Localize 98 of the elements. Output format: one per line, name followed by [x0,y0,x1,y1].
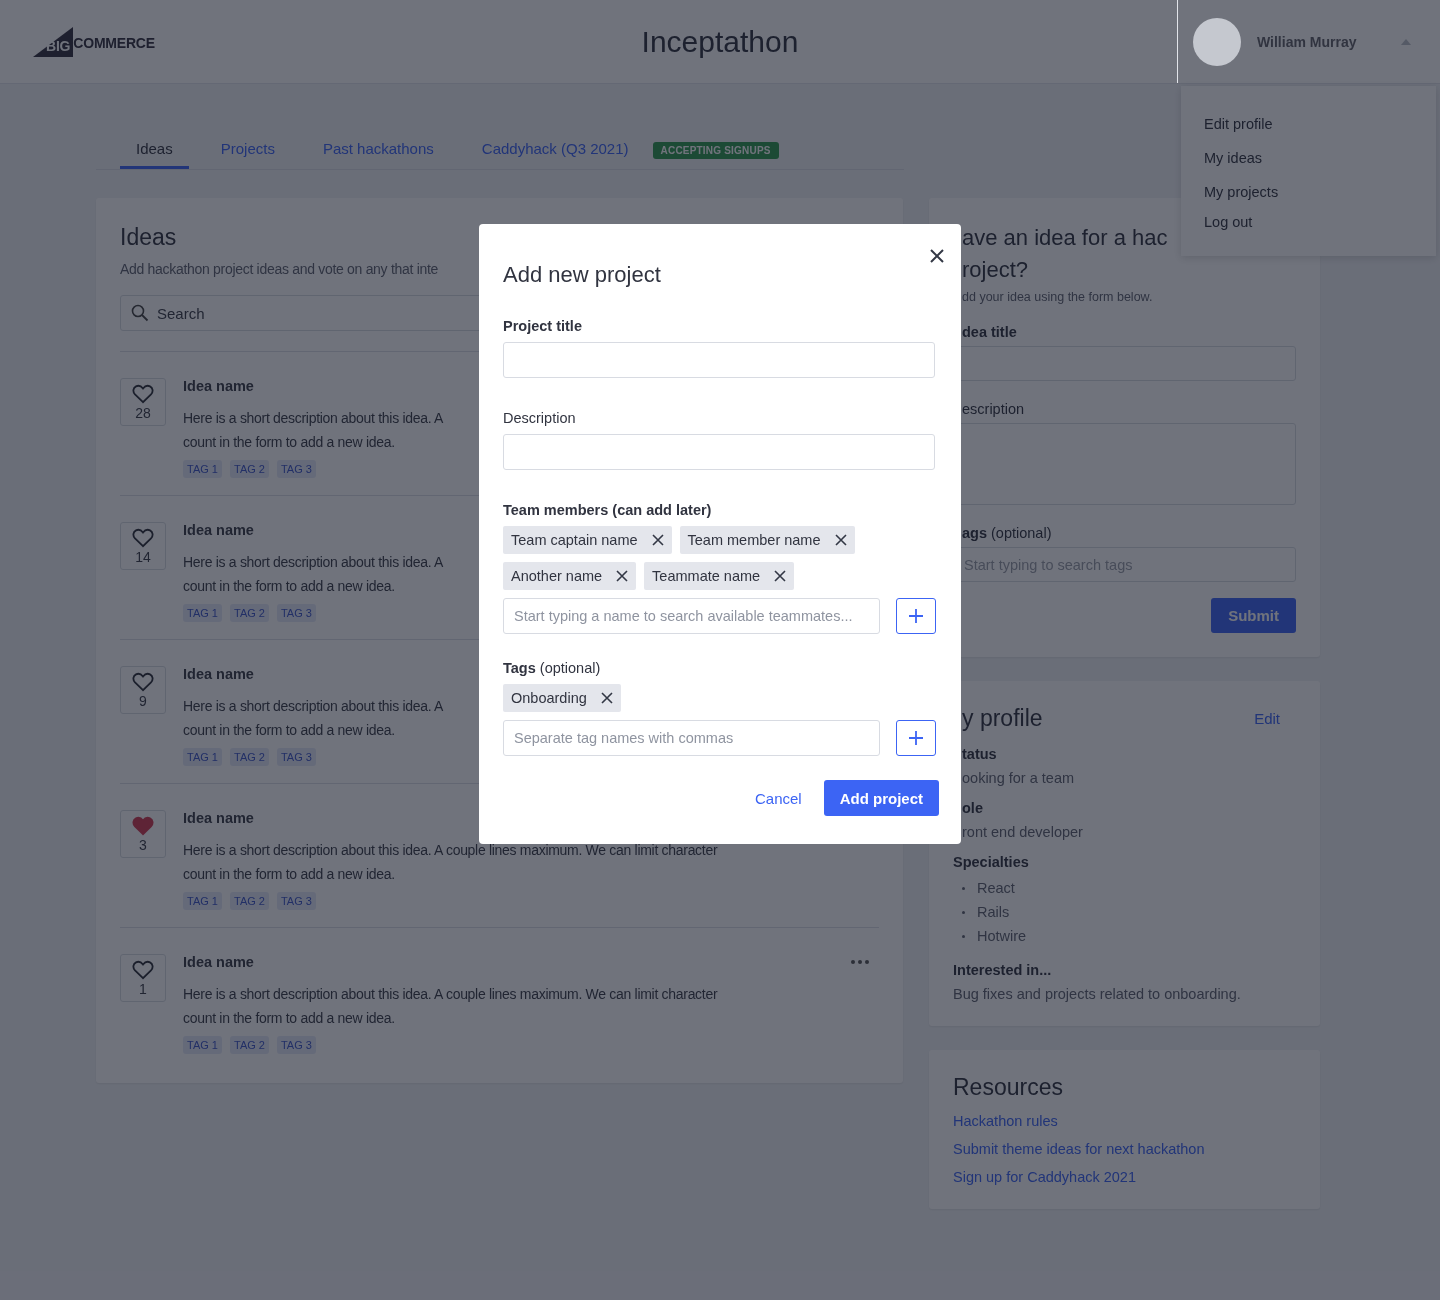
add-button[interactable] [896,598,936,634]
idea-name: Idea name [183,378,254,394]
tag: TAG 3 [276,460,316,478]
section-label: tatus [961,746,998,762]
close-icon[interactable] [651,534,664,546]
vote-button[interactable]: 9 [120,666,166,714]
chip-label: Teammate name [652,568,761,584]
close-icon[interactable] [616,570,629,582]
tab[interactable]: Ideas [120,134,189,169]
menu-item[interactable]: My ideas [1204,148,1436,168]
tag: TAG 2 [230,1036,269,1054]
list-item: Hotwire [977,927,1027,946]
app-title: Inceptathon [641,24,799,59]
idea-name: Idea name [183,666,254,682]
tag: TAG 3 [276,892,316,910]
input-field[interactable]: Separate tag names with commas [503,720,880,756]
field-label: Team members (can add later) [503,502,713,518]
field-label: Tags (optional) [503,660,602,676]
close-icon[interactable] [774,570,787,582]
search-icon [131,304,149,322]
tag: TAG 2 [230,748,269,766]
tag: TAG 1 [183,604,222,622]
add-button[interactable] [896,720,936,756]
resource-link[interactable]: Submit theme ideas for next hackathon [953,1141,1296,1157]
caret-icon [1401,38,1411,45]
cancel-link[interactable]: Cancel [754,789,802,807]
avatar [1193,17,1241,66]
close-icon[interactable] [929,248,945,264]
card-subtitle: Add hackathon project ideas and vote on any that inte [120,261,438,277]
list-item: Rails [977,903,1010,922]
status-badge: ACCEPTING SIGNUPS [652,141,779,159]
submit-button[interactable]: Submit [1211,598,1296,633]
user-menu-toggle[interactable]: William Murray [1177,0,1440,83]
card-title: Resources [953,1074,1064,1101]
modal-title: Add new project [503,262,661,288]
bullet-icon [962,910,965,914]
field-label: Description [503,410,577,426]
tag: TAG 3 [276,748,316,766]
tab[interactable]: Past hackathons [306,134,450,169]
bullet-icon [962,934,965,938]
card-title: y profile [961,705,1043,732]
idea-name: Idea name [183,522,254,538]
field-label: ags (optional) [961,525,1053,541]
input-field[interactable]: Start typing a name to search available teammates... [503,598,880,634]
tag: TAG 1 [183,460,222,478]
chip-label: Another name [511,568,603,584]
add-project-button[interactable]: Add project [823,780,939,816]
vote-button[interactable]: 1 [120,954,166,1002]
more-icon[interactable] [851,960,869,964]
resource-link[interactable]: Hackathon rules [953,1113,1296,1129]
idea-description: Here is a short description about this idea. A count in the form to add a new idea. [183,409,444,452]
section-label: Interested in... [953,962,1053,978]
tag: TAG 2 [230,892,269,910]
menu-item[interactable]: Edit profile [1204,114,1436,134]
tag: TAG 2 [230,604,269,622]
plus-icon [909,731,923,745]
section-value: Bug fixes and projects related to onboarding. [953,986,1242,1002]
field-label: escription [961,401,1026,417]
section-label: ole [961,800,984,816]
tag: TAG 1 [183,892,222,910]
card-title: Ideas [120,224,178,251]
field-label: dea title [961,324,1018,340]
card-subtitle: dd your idea using the form below. [961,290,1154,304]
plus-icon [909,609,923,623]
input-field[interactable] [503,434,935,470]
idea-description: Here is a short description about this idea. A couple lines maximum. We can limit character count in the form to add a new idea. [183,841,718,884]
tab[interactable]: Projects [204,134,291,169]
section-label: Specialties [953,854,1030,870]
tag: TAG 1 [183,1036,222,1054]
list-item: React [977,879,1015,898]
idea-name: Idea name [183,810,254,826]
close-icon[interactable] [834,534,847,546]
menu-item[interactable]: Log out [1204,212,1436,232]
card-title: ave an idea for a hac roject? [961,224,1168,284]
vote-button[interactable]: 14 [120,522,166,570]
input-field[interactable] [503,342,935,378]
tag: TAG 3 [276,1036,316,1054]
bullet-icon [962,886,965,890]
vote-button[interactable]: 28 [120,378,166,426]
tag: TAG 1 [183,748,222,766]
resource-link[interactable]: Sign up for Caddyhack 2021 [953,1169,1296,1185]
close-icon[interactable] [600,692,613,704]
section-value: ront end developer [961,824,1084,840]
tag: TAG 3 [276,604,316,622]
section-value: ooking for a team [961,770,1076,786]
idea-description: Here is a short description about this idea. A count in the form to add a new idea. [183,697,444,740]
tag: TAG 2 [230,460,269,478]
tab[interactable]: Caddyhack (Q3 2021) [465,134,645,169]
chip-label: Team captain name [511,532,638,548]
field-label: Project title [503,318,583,334]
idea-description: Here is a short description about this idea. A couple lines maximum. We can limit character count in the form to add a new idea. [183,985,718,1028]
chip-label: Team member name [687,532,821,548]
idea-name: Idea name [183,954,254,970]
edit-link[interactable]: Edit [1254,710,1280,727]
menu-item[interactable]: My projects [1204,182,1436,202]
chip-label: Onboarding [511,690,587,706]
idea-description: Here is a short description about this idea. A count in the form to add a new idea. [183,553,444,596]
vote-button[interactable]: 3 [120,810,166,858]
